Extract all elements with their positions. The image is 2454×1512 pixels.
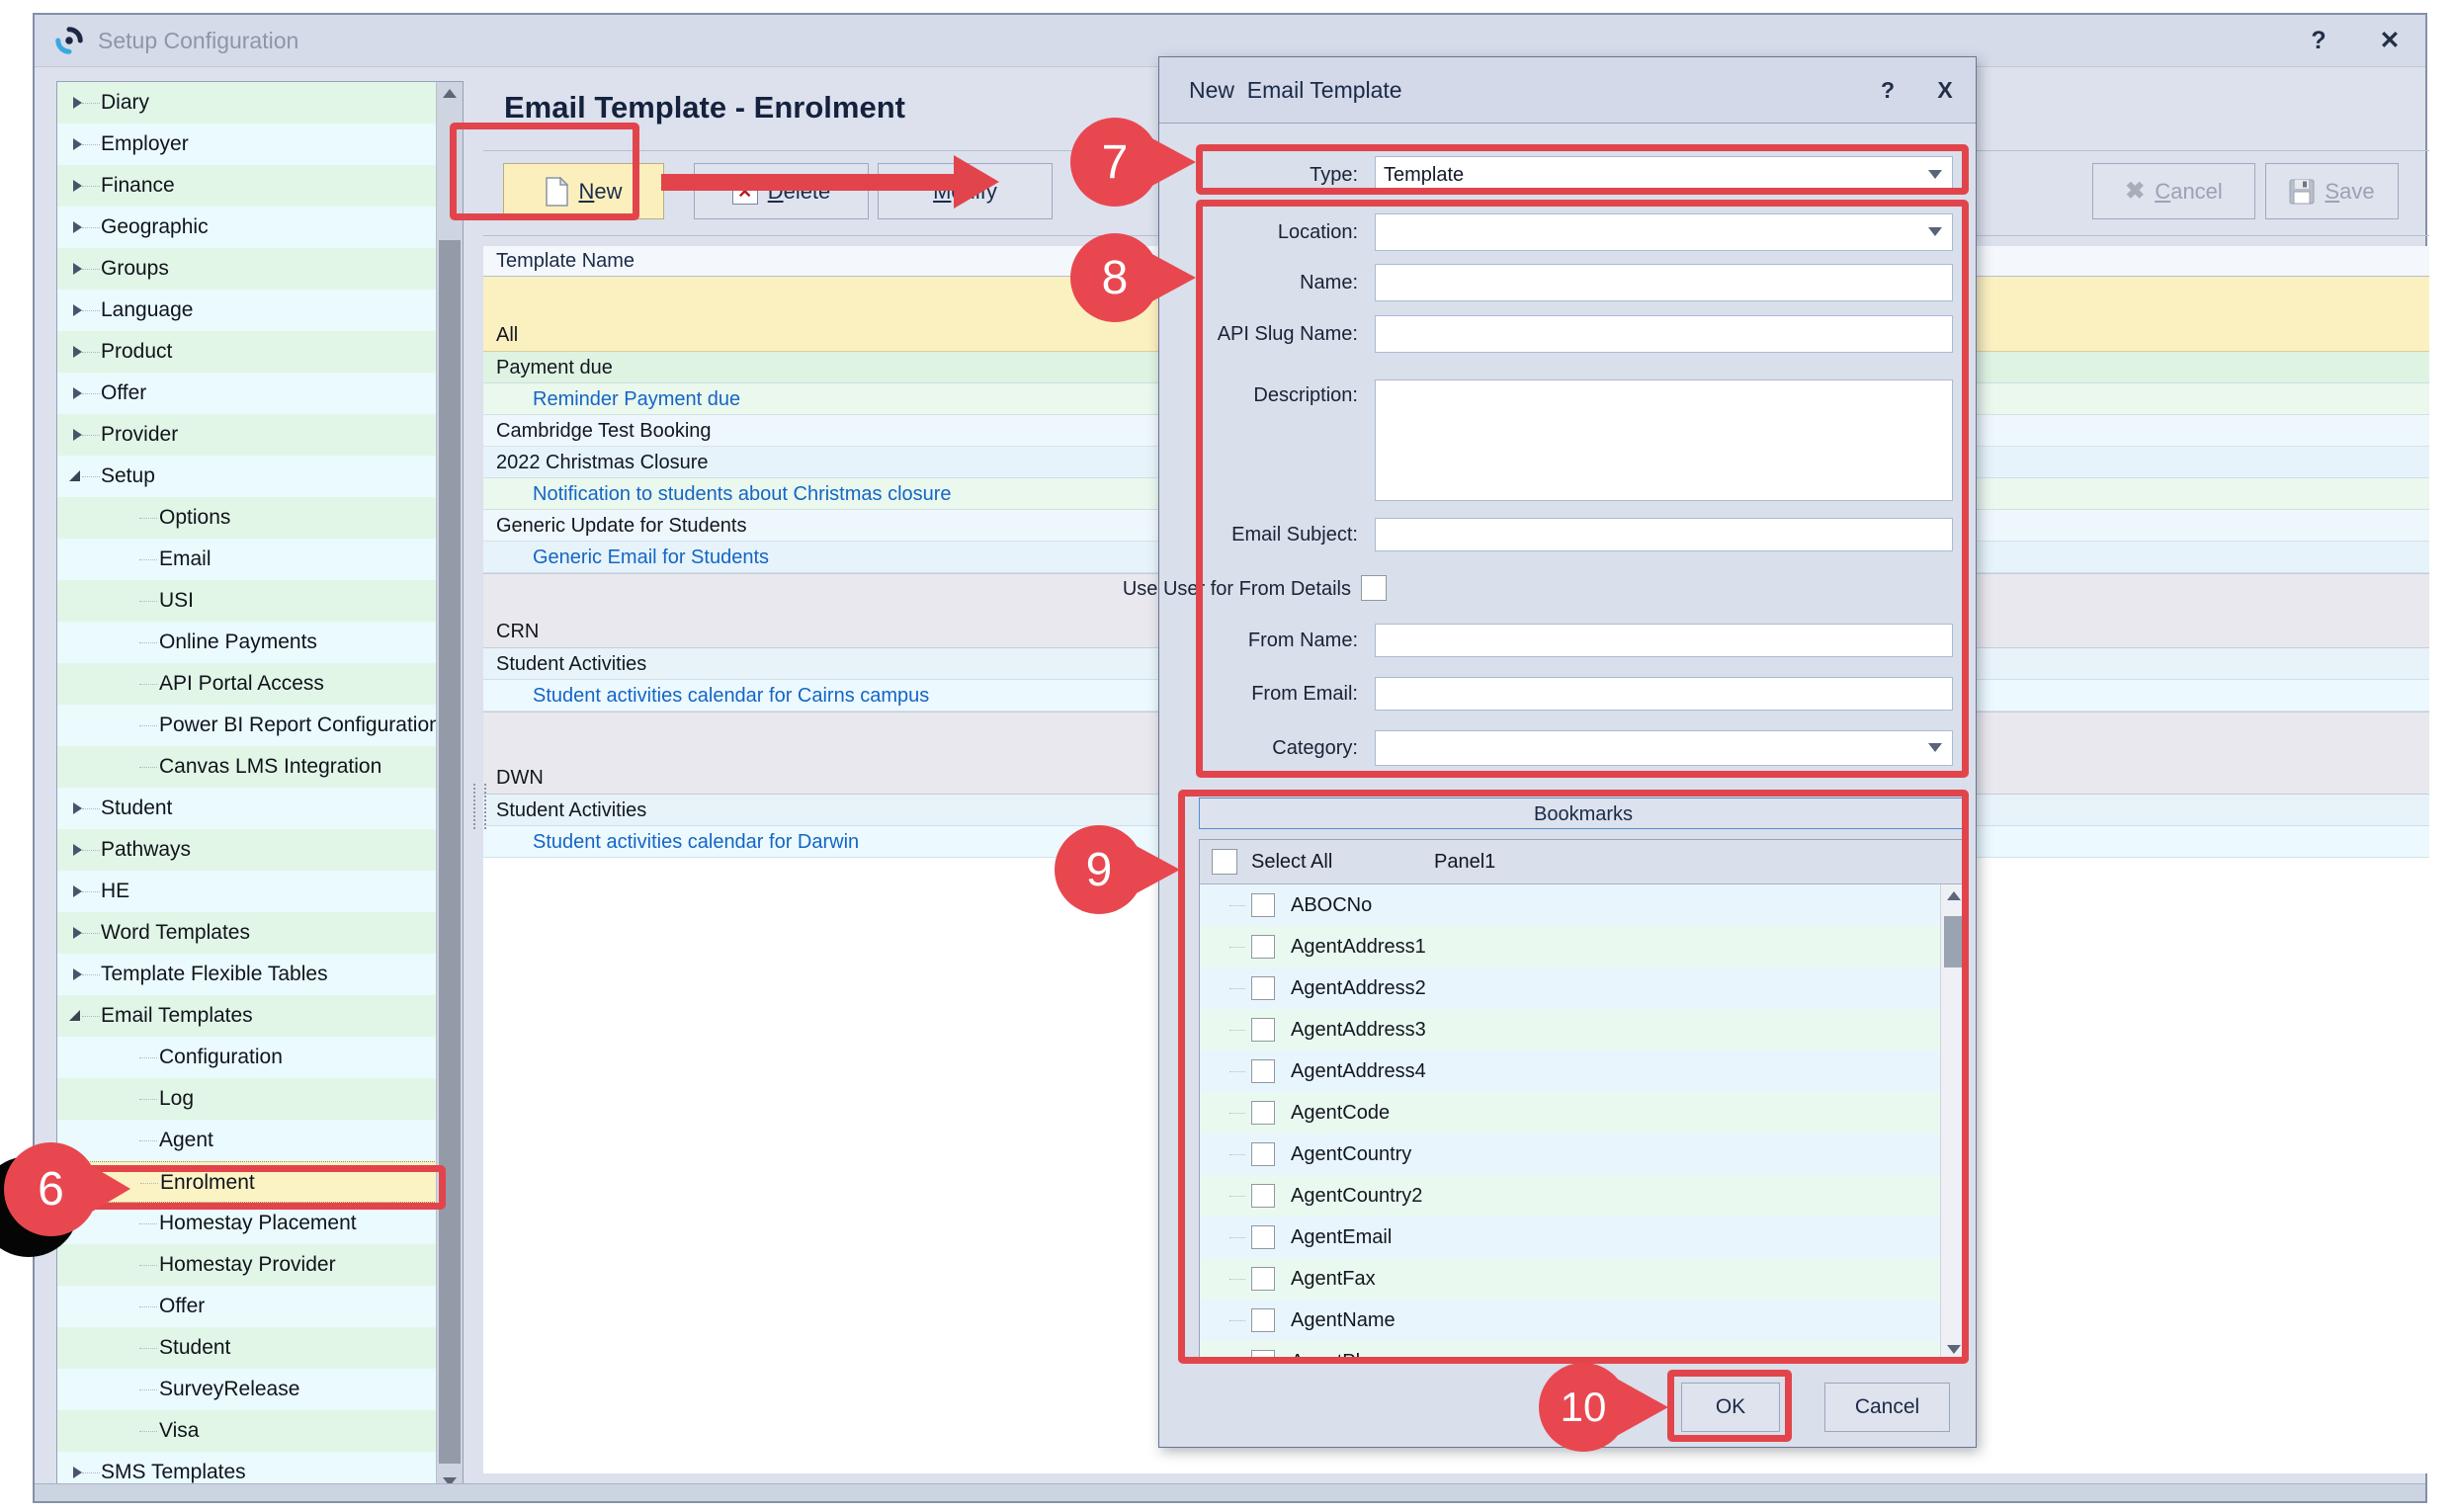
annotation-rect-ok-button xyxy=(1667,1370,1792,1442)
sidebar-item-setup[interactable]: Setup xyxy=(57,456,437,497)
app-logo-icon xyxy=(54,26,84,55)
chevron-expanded-icon[interactable] xyxy=(69,1010,80,1021)
chevron-right-icon[interactable] xyxy=(73,927,82,939)
window-close-button[interactable]: ✕ xyxy=(2368,15,2412,66)
sidebar-item-homestay-provider[interactable]: Homestay Provider xyxy=(57,1244,437,1286)
chevron-right-icon[interactable] xyxy=(73,429,82,441)
sidebar-item-api-portal-access[interactable]: API Portal Access xyxy=(57,663,437,705)
sidebar-item-configuration[interactable]: Configuration xyxy=(57,1037,437,1078)
annotation-rect-new-button xyxy=(450,123,639,220)
save-button-label: Save xyxy=(2325,179,2374,205)
sidebar-item-groups[interactable]: Groups xyxy=(57,248,437,290)
chevron-right-icon[interactable] xyxy=(73,180,82,192)
sidebar-item-word-templates[interactable]: Word Templates xyxy=(57,912,437,954)
sidebar-item-template-flexible-tables[interactable]: Template Flexible Tables xyxy=(57,954,437,995)
screenshot-canvas: Setup Configuration ? ✕ Diary Employer F… xyxy=(0,0,2454,1512)
sidebar-item-email-templates[interactable]: Email Templates xyxy=(57,995,437,1037)
window-title: Setup Configuration xyxy=(98,15,298,66)
save-floppy-icon xyxy=(2289,179,2315,205)
sidebar-item-diary[interactable]: Diary xyxy=(57,82,437,124)
delete-button[interactable]: ✕ Delete xyxy=(694,163,869,219)
sidebar-item-provider[interactable]: Provider xyxy=(57,414,437,456)
sidebar-panel: Diary Employer Finance Geographic Groups… xyxy=(56,81,464,1494)
sidebar-item-surveyrelease[interactable]: SurveyRelease xyxy=(57,1369,437,1410)
chevron-right-icon[interactable] xyxy=(73,221,82,233)
dialog-titlebar: New Email Template ? X xyxy=(1159,57,1976,124)
sidebar-item-language[interactable]: Language xyxy=(57,290,437,331)
dialog-close-button[interactable]: X xyxy=(1920,57,1970,123)
window-bottom-edge xyxy=(35,1483,2425,1501)
sidebar-item-finance[interactable]: Finance xyxy=(57,165,437,207)
page-title: Email Template - Enrolment xyxy=(504,90,905,126)
dialog-help-button[interactable]: ? xyxy=(1863,57,1912,123)
chevron-right-icon[interactable] xyxy=(73,1467,82,1478)
chevron-right-icon[interactable] xyxy=(73,387,82,399)
sidebar-item-log[interactable]: Log xyxy=(57,1078,437,1120)
sidebar-item-options[interactable]: Options xyxy=(57,497,437,539)
sidebar-item-online-payments[interactable]: Online Payments xyxy=(57,622,437,663)
sidebar-item-offer-child[interactable]: Offer xyxy=(57,1286,437,1327)
chevron-right-icon[interactable] xyxy=(73,97,82,109)
group-label-crn[interactable]: CRN xyxy=(496,621,539,643)
sidebar-scrollbar[interactable] xyxy=(436,82,463,1493)
group-row-all[interactable]: All xyxy=(496,324,518,347)
sidebar-item-pathways[interactable]: Pathways xyxy=(57,829,437,871)
chevron-right-icon[interactable] xyxy=(73,885,82,897)
scroll-up-button[interactable] xyxy=(437,82,463,106)
chevron-expanded-icon[interactable] xyxy=(69,470,80,481)
chevron-right-icon[interactable] xyxy=(73,968,82,980)
sidebar-item-canvas-lms-integration[interactable]: Canvas LMS Integration xyxy=(57,746,437,788)
chevron-right-icon[interactable] xyxy=(73,263,82,275)
sidebar-item-power-bi-report-configuration[interactable]: Power BI Report Configuration xyxy=(57,705,437,746)
sidebar-item-email[interactable]: Email xyxy=(57,539,437,580)
sidebar-item-he[interactable]: HE xyxy=(57,871,437,912)
splitter-grip[interactable] xyxy=(473,784,486,829)
sidebar-item-geographic[interactable]: Geographic xyxy=(57,207,437,248)
annotation-rect-fields xyxy=(1196,200,1969,778)
chevron-right-icon[interactable] xyxy=(73,138,82,150)
sidebar-item-product[interactable]: Product xyxy=(57,331,437,373)
sidebar-item-visa[interactable]: Visa xyxy=(57,1410,437,1452)
sidebar-item-employer[interactable]: Employer xyxy=(57,124,437,165)
arrow-up-icon xyxy=(443,89,457,98)
window-help-button[interactable]: ? xyxy=(2297,15,2340,66)
annotation-rect-type-field xyxy=(1196,144,1969,195)
annotation-arrow xyxy=(661,174,954,191)
save-button[interactable]: Save xyxy=(2265,163,2399,219)
sidebar-item-student-child[interactable]: Student xyxy=(57,1327,437,1369)
chevron-right-icon[interactable] xyxy=(73,304,82,316)
cancel-button[interactable]: ✖ Cancel xyxy=(2092,163,2255,219)
chevron-right-icon[interactable] xyxy=(73,802,82,814)
annotation-rect-enrolment xyxy=(86,1165,446,1210)
cancel-button-label: Cancel xyxy=(2155,179,2222,205)
chevron-right-icon[interactable] xyxy=(73,346,82,358)
group-label-dwn[interactable]: DWN xyxy=(496,767,544,790)
chevron-right-icon[interactable] xyxy=(73,844,82,856)
dialog-cancel-button[interactable]: Cancel xyxy=(1824,1383,1950,1432)
cancel-x-icon: ✖ xyxy=(2125,177,2145,206)
sidebar-item-usi[interactable]: USI xyxy=(57,580,437,622)
sidebar-tree: Diary Employer Finance Geographic Groups… xyxy=(57,82,437,1493)
sidebar-item-agent[interactable]: Agent xyxy=(57,1120,437,1161)
annotation-rect-bookmarks xyxy=(1178,790,1969,1364)
dialog-title: New Email Template xyxy=(1189,57,1402,123)
annotation-arrow-head xyxy=(954,155,999,209)
sidebar-item-offer[interactable]: Offer xyxy=(57,373,437,414)
scrollbar-thumb[interactable] xyxy=(439,240,461,1464)
sidebar-item-student[interactable]: Student xyxy=(57,788,437,829)
